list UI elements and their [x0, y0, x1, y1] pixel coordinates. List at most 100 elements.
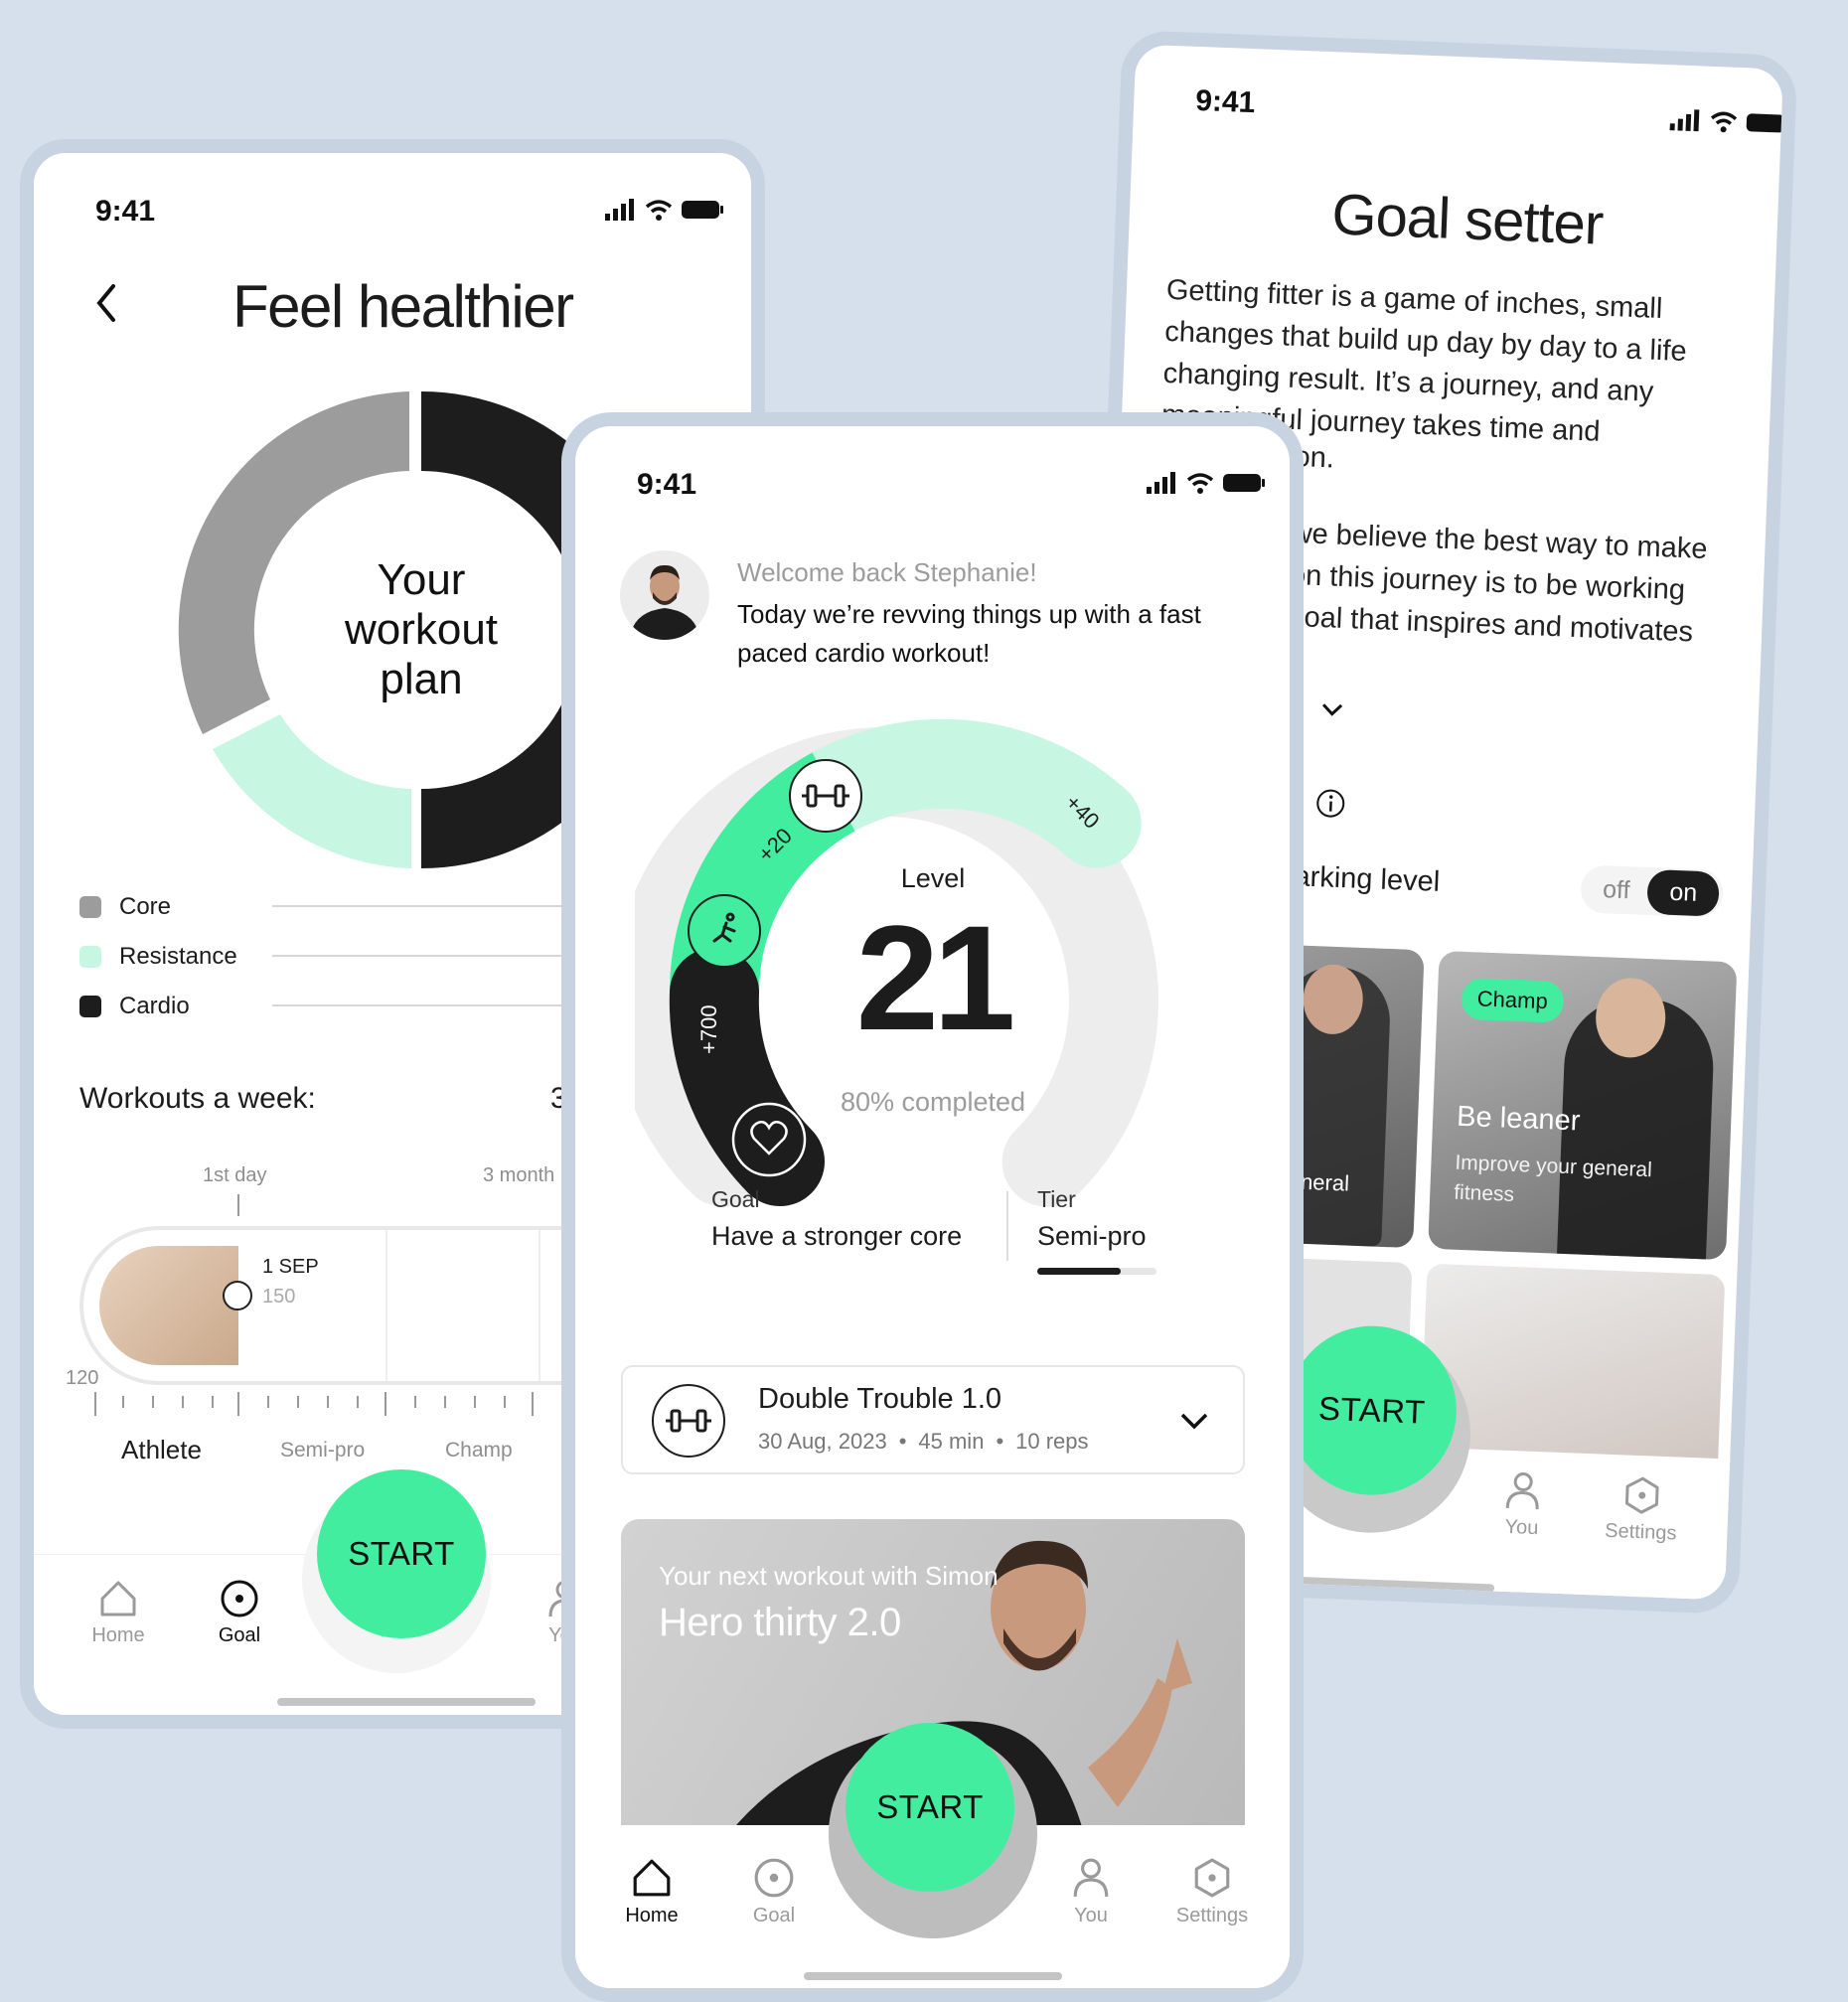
- back-chevron-icon[interactable]: [91, 280, 121, 326]
- wifi-icon: [1710, 111, 1738, 133]
- goal-tier-divider: [1006, 1191, 1008, 1261]
- tier-champ[interactable]: Champ: [445, 1439, 513, 1463]
- page-title: Goal setter: [1330, 182, 1605, 257]
- legend-resistance: Resistance: [79, 943, 237, 971]
- tier-value[interactable]: Semi-pro: [1037, 1221, 1147, 1252]
- chevron-down-icon: [1322, 702, 1343, 716]
- goal-value[interactable]: Have a stronger core: [711, 1221, 962, 1252]
- meta-separator: •: [996, 1429, 1004, 1454]
- toggle-off[interactable]: off: [1585, 874, 1648, 905]
- wifi-icon: [1186, 473, 1214, 494]
- workout-row[interactable]: Double Trouble 1.0 30 Aug, 2023 • 45 min…: [621, 1365, 1245, 1474]
- start-button[interactable]: START: [846, 1723, 1014, 1892]
- level-value: 21: [855, 894, 1016, 1061]
- nav-goal-label: Goal: [752, 1905, 796, 1926]
- nav-home-label: Home: [625, 1905, 679, 1926]
- workouts-week-label: Workouts a week:: [79, 1082, 316, 1115]
- center-line-3: plan: [380, 655, 463, 703]
- nav-you-label: You: [1074, 1905, 1108, 1926]
- legend-label: Core: [119, 893, 172, 920]
- nav-settings[interactable]: Settings: [1586, 1473, 1698, 1546]
- page-title: Feel healthier: [232, 273, 574, 340]
- legend-swatch-cardio: [79, 996, 101, 1017]
- axis-min-label: 120: [66, 1367, 99, 1389]
- status-icons: [1669, 108, 1790, 135]
- tier-progress-fill: [1037, 1268, 1121, 1275]
- card2-title: Be leaner: [1456, 1100, 1581, 1138]
- toggle-on[interactable]: on: [1646, 868, 1721, 917]
- legend-core: Core: [79, 893, 171, 921]
- nav-you-label: You: [1504, 1515, 1539, 1540]
- next-workout-subtitle: Your next workout with Simon: [659, 1561, 999, 1591]
- marker-circle[interactable]: [223, 1281, 252, 1310]
- start-button[interactable]: START: [317, 1469, 486, 1638]
- nav-you[interactable]: You: [1036, 1857, 1146, 1927]
- nav-goal[interactable]: Goal: [185, 1579, 294, 1647]
- status-time: 9:41: [637, 468, 697, 501]
- chevron-down-icon[interactable]: [1179, 1412, 1209, 1432]
- status-icons: [605, 199, 724, 221]
- next-workout-title: Hero thirty 2.0: [659, 1601, 901, 1644]
- signal-icon: [1669, 109, 1700, 132]
- progress-fill: [99, 1246, 238, 1365]
- progress-text: 80% completed: [840, 1087, 1026, 1117]
- nav-home[interactable]: Home: [64, 1579, 173, 1647]
- center-line-1: Your: [377, 555, 466, 604]
- nav-goal[interactable]: Goal: [719, 1857, 829, 1927]
- legend-cardio: Cardio: [79, 993, 190, 1020]
- tier-athlete[interactable]: Athlete: [121, 1435, 202, 1465]
- timeline-tick: [237, 1194, 239, 1216]
- legend-label: Cardio: [119, 993, 190, 1019]
- meta-separator: •: [898, 1429, 907, 1454]
- nav-settings-label: Settings: [1175, 1905, 1249, 1926]
- wifi-icon: [645, 200, 673, 221]
- center-line-2: workout: [344, 605, 499, 654]
- legend-swatch-core: [79, 896, 101, 918]
- status-time: 9:41: [1194, 83, 1256, 120]
- nav-settings[interactable]: Settings: [1157, 1857, 1267, 1927]
- welcome-text: Welcome back Stephanie!: [737, 557, 1037, 587]
- workout-duration: 45 min: [918, 1429, 985, 1454]
- home-icon: [633, 1859, 671, 1897]
- marker-date: 1 SEP: [262, 1256, 319, 1278]
- nav-home[interactable]: Home: [597, 1857, 706, 1927]
- battery-icon: [682, 201, 723, 219]
- person-icon: [1073, 1858, 1109, 1897]
- workout-title: Double Trouble 1.0: [758, 1383, 1002, 1415]
- coach-avatar[interactable]: [620, 550, 709, 640]
- person-icon: [1505, 1472, 1539, 1510]
- tier-semi-pro[interactable]: Semi-pro: [280, 1439, 365, 1463]
- tier-label: Tier: [1037, 1186, 1076, 1212]
- legend-swatch-resistance: [79, 946, 101, 968]
- benchmark-toggle[interactable]: off on: [1580, 864, 1725, 918]
- info-icon[interactable]: [1314, 787, 1347, 820]
- belief-paragraph: we believe the best way to make on this …: [1288, 513, 1759, 656]
- settings-hex-icon: [1194, 1858, 1230, 1898]
- grid-line: [539, 1230, 540, 1381]
- workout-meta: 30 Aug, 2023 • 45 min • 10 reps: [758, 1429, 1089, 1455]
- marker-value: 150: [262, 1286, 296, 1308]
- goal-card-champ[interactable]: Champ Be leaner Improve your general fit…: [1428, 950, 1738, 1261]
- target-icon: [754, 1858, 794, 1898]
- champ-badge: Champ: [1461, 977, 1565, 1023]
- coach-message: Today we’re revving things up with a fas…: [737, 599, 1201, 668]
- legend-label: Resistance: [119, 943, 237, 970]
- status-icons: [1147, 472, 1266, 494]
- battery-icon: [1746, 113, 1788, 133]
- middle-phone: 9:41 Welcome back Stephanie! Today we’re…: [561, 412, 1304, 2002]
- level-label: Level: [900, 863, 966, 893]
- status-time: 9:41: [95, 195, 156, 228]
- tier-progress-track: [1037, 1268, 1156, 1275]
- nav-you[interactable]: You: [1466, 1468, 1579, 1541]
- home-indicator: [277, 1698, 536, 1706]
- goal-label: Goal: [711, 1186, 760, 1212]
- nav-goal-label: Goal: [218, 1624, 261, 1646]
- battery-icon: [1223, 474, 1265, 492]
- nav-home-label: Home: [91, 1624, 145, 1646]
- target-icon: [221, 1580, 258, 1617]
- nav-settings-label: Settings: [1604, 1519, 1677, 1545]
- home-icon: [100, 1581, 136, 1617]
- home-indicator: [804, 1972, 1062, 1980]
- dumbbell-icon: [652, 1384, 725, 1458]
- signal-icon: [1147, 472, 1175, 494]
